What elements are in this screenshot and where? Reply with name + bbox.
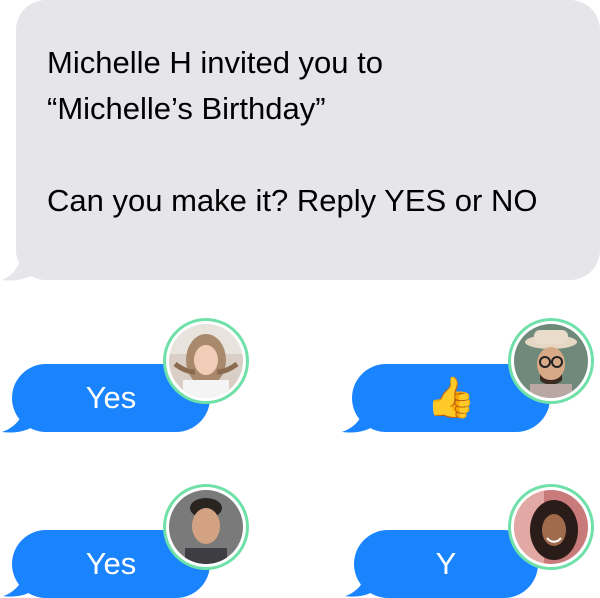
reply-text: Y (435, 546, 457, 581)
avatar-photo (514, 490, 588, 564)
avatar-photo (169, 490, 243, 564)
reply-text: Yes (85, 546, 137, 581)
invite-message-text: Michelle H invited you to “Michelle’s Bi… (47, 40, 587, 224)
invite-line-3: Can you make it? Reply YES or NO (47, 183, 538, 218)
conversation-view: Michelle H invited you to “Michelle’s Bi… (0, 0, 600, 598)
reply-text: Yes (85, 380, 137, 415)
avatar-photo (514, 324, 588, 398)
man-hat-glasses-avatar[interactable] (508, 318, 594, 404)
woman-curly-hair-avatar[interactable] (508, 484, 594, 570)
invite-line-2: “Michelle’s Birthday” (47, 91, 326, 126)
man-dark-hair-avatar[interactable] (163, 484, 249, 570)
woman-blonde-avatar[interactable] (163, 318, 249, 404)
avatar-photo (169, 324, 243, 398)
thumbs-up-icon: 👍 (426, 375, 476, 421)
invite-line-1: Michelle H invited you to (47, 45, 383, 80)
